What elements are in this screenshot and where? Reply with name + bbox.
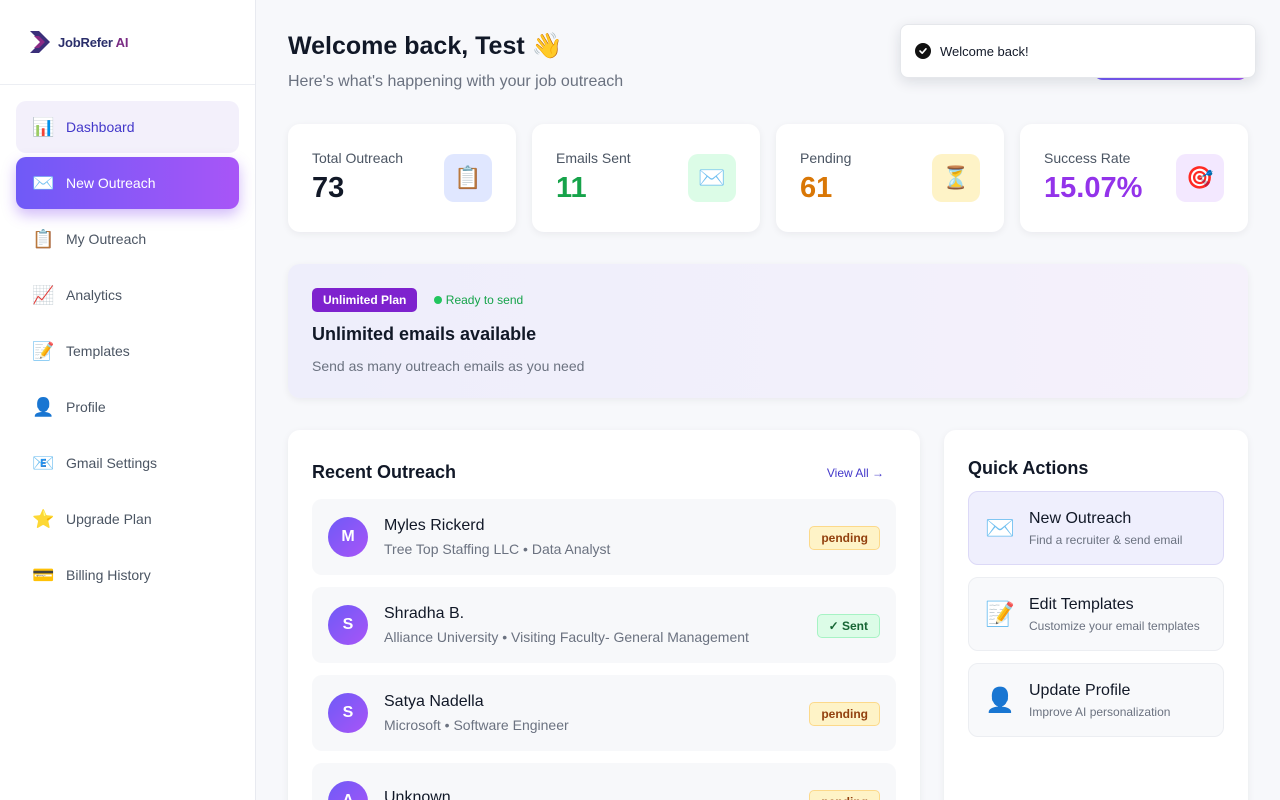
chart-icon: 📊 bbox=[32, 116, 55, 137]
contact-detail: Microsoft • Software Engineer bbox=[384, 717, 569, 733]
plan-status: Ready to send bbox=[433, 292, 524, 307]
plan-title: Unlimited emails available bbox=[312, 324, 537, 344]
list-item[interactable]: S Satya Nadella Microsoft • Software Eng… bbox=[312, 675, 896, 751]
toast-message: Welcome back! bbox=[940, 43, 1029, 59]
list-item[interactable]: A Unknown pending bbox=[312, 763, 896, 800]
recent-outreach-header: Recent Outreach View All → bbox=[312, 462, 896, 483]
recent-outreach-title: Recent Outreach bbox=[312, 462, 457, 482]
contact-name: Shradha B. bbox=[384, 605, 465, 622]
target-icon: 🎯 bbox=[1176, 154, 1224, 202]
list-item-info: Satya Nadella Microsoft • Software Engin… bbox=[384, 693, 569, 733]
quick-action-title: Update Profile bbox=[1029, 681, 1131, 699]
sidebar-item-billing-history[interactable]: 💳 Billing History bbox=[16, 549, 239, 601]
status-badge: ✓ Sent bbox=[816, 614, 880, 638]
quick-action-edit-templates[interactable]: 📝 Edit Templates Customize your email te… bbox=[968, 577, 1224, 651]
view-all-link[interactable]: View All → bbox=[827, 466, 884, 480]
toast-notification[interactable]: Welcome back! bbox=[900, 24, 1256, 78]
status-badge: pending bbox=[809, 526, 880, 550]
star-icon: ⭐ bbox=[32, 508, 55, 529]
page-subtitle: Here's what's happening with your job ou… bbox=[288, 73, 624, 90]
avatar: S bbox=[328, 693, 368, 733]
sidebar-item-my-outreach[interactable]: 📋 My Outreach bbox=[16, 213, 239, 265]
quick-action-update-profile[interactable]: 👤 Update Profile Improve AI personalizat… bbox=[968, 663, 1224, 737]
check-icon bbox=[915, 43, 931, 59]
sidebar-item-label: Gmail Settings bbox=[66, 455, 158, 471]
logo-mark-icon bbox=[30, 31, 54, 53]
quick-action-text: Edit Templates Customize your email temp… bbox=[1029, 596, 1200, 633]
quick-action-new-outreach[interactable]: ✉️ New Outreach Find a recruiter & send … bbox=[968, 491, 1224, 565]
plan-banner: Unlimited Plan Ready to send Unlimited e… bbox=[288, 264, 1248, 398]
sidebar-item-label: New Outreach bbox=[66, 175, 156, 191]
stats-row: Total Outreach 73 📋 Emails Sent 11 ✉️ Pe… bbox=[288, 124, 1248, 232]
avatar: S bbox=[328, 605, 368, 645]
user-icon: 👤 bbox=[985, 686, 1015, 714]
sidebar-item-label: Templates bbox=[66, 343, 130, 359]
quick-action-text: Update Profile Improve AI personalizatio… bbox=[1029, 682, 1170, 719]
recent-outreach-panel: Recent Outreach View All → M Myles Ricke… bbox=[288, 430, 920, 800]
trend-chart-icon: 📈 bbox=[32, 284, 55, 305]
list-item[interactable]: S Shradha B. Alliance University • Visit… bbox=[312, 587, 896, 663]
sidebar-item-label: Profile bbox=[66, 399, 106, 415]
contact-name: Satya Nadella bbox=[384, 693, 484, 710]
status-badge: pending bbox=[809, 790, 880, 800]
stat-card-emails-sent: Emails Sent 11 ✉️ bbox=[532, 124, 760, 232]
quick-action-text: New Outreach Find a recruiter & send ema… bbox=[1029, 510, 1182, 547]
contact-name: Myles Rickerd bbox=[384, 517, 485, 534]
plan-status-text: Ready to send bbox=[445, 292, 524, 307]
status-badge: pending bbox=[809, 702, 880, 726]
list-item-info: Unknown bbox=[384, 789, 451, 800]
quick-action-subtitle: Customize your email templates bbox=[1029, 618, 1200, 633]
list-item[interactable]: M Myles Rickerd Tree Top Staffing LLC • … bbox=[312, 499, 896, 575]
sidebar-item-templates[interactable]: 📝 Templates bbox=[16, 325, 239, 377]
sidebar-item-label: Billing History bbox=[66, 567, 151, 583]
logo[interactable]: JobRefer AI bbox=[0, 0, 255, 85]
stat-card-pending: Pending 61 ⏳ bbox=[776, 124, 1004, 232]
quick-action-title: Edit Templates bbox=[1029, 595, 1134, 613]
avatar: M bbox=[328, 517, 368, 557]
plan-badge: Unlimited Plan bbox=[312, 288, 418, 312]
quick-actions-panel: Quick Actions ✉️ New Outreach Find a rec… bbox=[944, 430, 1248, 800]
sidebar-item-label: Analytics bbox=[66, 287, 123, 303]
contact-name: Unknown bbox=[384, 789, 451, 800]
page-title: Welcome back, Test 👋 bbox=[288, 32, 563, 60]
sidebar-item-label: My Outreach bbox=[66, 231, 147, 247]
envelope-icon: ✉️ bbox=[688, 154, 736, 202]
sidebar-item-label: Dashboard bbox=[66, 119, 135, 135]
quick-action-title: New Outreach bbox=[1029, 509, 1132, 527]
memo-icon: 📝 bbox=[985, 600, 1015, 628]
user-icon: 👤 bbox=[32, 396, 55, 417]
stat-card-success-rate: Success Rate 15.07% 🎯 bbox=[1020, 124, 1248, 232]
sidebar-nav: 📊 Dashboard ✉️ New Outreach 📋 My Outreac… bbox=[0, 85, 255, 601]
sidebar-item-dashboard[interactable]: 📊 Dashboard bbox=[16, 101, 239, 153]
plan-description: Send as many outreach emails as you need bbox=[312, 358, 585, 374]
list-item-info: Myles Rickerd Tree Top Staffing LLC • Da… bbox=[384, 517, 610, 557]
contact-detail: Alliance University • Visiting Faculty- … bbox=[384, 629, 749, 645]
clipboard-icon: 📋 bbox=[32, 228, 55, 249]
sidebar-item-new-outreach[interactable]: ✉️ New Outreach bbox=[16, 157, 239, 209]
list-item-info: Shradha B. Alliance University • Visitin… bbox=[384, 605, 749, 645]
quick-actions-title: Quick Actions bbox=[968, 458, 1089, 478]
quick-action-subtitle: Find a recruiter & send email bbox=[1029, 532, 1183, 547]
status-dot-icon bbox=[433, 295, 442, 304]
avatar: A bbox=[328, 781, 368, 800]
sidebar-item-upgrade-plan[interactable]: ⭐ Upgrade Plan bbox=[16, 493, 239, 545]
logo-text: JobRefer AI bbox=[58, 34, 129, 50]
sidebar-item-profile[interactable]: 👤 Profile bbox=[16, 381, 239, 433]
sidebar-item-label: Upgrade Plan bbox=[66, 511, 152, 527]
quick-action-subtitle: Improve AI personalization bbox=[1029, 704, 1171, 719]
hourglass-icon: ⏳ bbox=[932, 154, 980, 202]
contact-detail: Tree Top Staffing LLC • Data Analyst bbox=[384, 541, 611, 557]
email-icon: 📧 bbox=[32, 452, 55, 473]
envelope-icon: ✉️ bbox=[985, 514, 1015, 542]
sidebar: JobRefer AI 📊 Dashboard ✉️ New Outreach … bbox=[0, 0, 256, 800]
stat-card-total-outreach: Total Outreach 73 📋 bbox=[288, 124, 516, 232]
sidebar-item-analytics[interactable]: 📈 Analytics bbox=[16, 269, 239, 321]
sidebar-item-gmail-settings[interactable]: 📧 Gmail Settings bbox=[16, 437, 239, 489]
envelope-icon: ✉️ bbox=[32, 172, 55, 193]
clipboard-icon: 📋 bbox=[444, 154, 492, 202]
memo-icon: 📝 bbox=[32, 340, 55, 361]
credit-card-icon: 💳 bbox=[32, 564, 55, 585]
welcome-header: Welcome back, Test 👋 Here's what's happe… bbox=[288, 32, 623, 91]
